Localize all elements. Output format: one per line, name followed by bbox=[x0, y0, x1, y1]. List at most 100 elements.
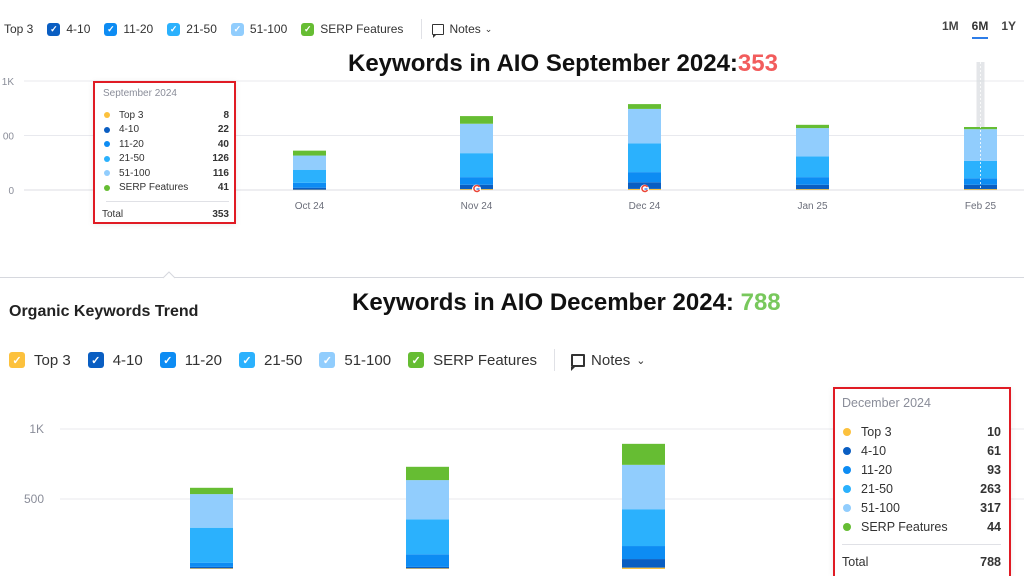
bar-segment-serp bbox=[628, 104, 661, 109]
bar-oct-24[interactable] bbox=[293, 150, 326, 190]
bar-oct-24[interactable] bbox=[190, 487, 233, 569]
checkbox-checked-icon[interactable]: ✓ bbox=[230, 22, 244, 36]
notes-dropdown[interactable]: Notes ⌄ bbox=[571, 351, 645, 371]
tooltip-row-label: 51-100 bbox=[842, 501, 900, 515]
y-tick-label: 00 bbox=[3, 132, 15, 143]
section-divider bbox=[0, 277, 1024, 278]
range-1m[interactable]: 1M bbox=[942, 19, 959, 39]
legend-item-51-100[interactable]: ✓ 51-100 bbox=[230, 22, 288, 36]
legend-item-4-10[interactable]: ✓ 4-10 bbox=[47, 22, 90, 36]
tooltip-row-text: Top 3 bbox=[119, 109, 144, 121]
legend-item-serp-features[interactable]: ✓ SERP Features bbox=[301, 22, 403, 36]
bar-segment-serp bbox=[622, 443, 665, 465]
bar-segment-pos11_20 bbox=[293, 182, 326, 188]
tooltip-row-text: 11-20 bbox=[119, 138, 144, 150]
legend-dot-icon bbox=[843, 522, 851, 531]
checkbox-checked-icon[interactable]: ✓ bbox=[167, 22, 181, 36]
legend-dot-icon bbox=[104, 141, 110, 148]
tooltip-row-value: 263 bbox=[980, 481, 1001, 496]
chevron-down-icon: ⌄ bbox=[484, 23, 493, 34]
legend-item-21-50[interactable]: ✓ 21-50 bbox=[239, 352, 302, 369]
x-tick-label: Oct 24 bbox=[295, 201, 325, 212]
range-1y[interactable]: 1Y bbox=[1001, 19, 1016, 39]
checkbox-checked-icon[interactable]: ✓ bbox=[47, 22, 61, 36]
checkbox-checked-icon[interactable]: ✓ bbox=[87, 352, 104, 368]
bar-segment-pos51_100 bbox=[190, 494, 233, 528]
legend-item-4-10[interactable]: ✓ 4-10 bbox=[87, 351, 143, 369]
headline-value: 788 bbox=[740, 289, 781, 316]
y-tick-label: 1K bbox=[2, 77, 15, 88]
bar-segment-pos4_10 bbox=[622, 559, 665, 568]
tooltip-row-value: 44 bbox=[987, 519, 1001, 534]
bar-jan-25[interactable] bbox=[796, 124, 829, 190]
legend-dot-icon bbox=[843, 465, 851, 474]
tooltip-row-label: 11-20 bbox=[842, 463, 892, 477]
tooltip-row-text: 21-50 bbox=[861, 481, 893, 496]
notes-label: Notes bbox=[591, 351, 631, 369]
bar-segment-pos21_50 bbox=[796, 156, 829, 178]
legend-label-21-50: 21-50 bbox=[264, 351, 303, 369]
bar-dec-24[interactable] bbox=[628, 104, 661, 190]
bar-dec-24[interactable] bbox=[622, 443, 665, 569]
x-tick-label: Dec 24 bbox=[629, 201, 661, 212]
tooltip-row-value: 93 bbox=[987, 462, 1001, 477]
legend-divider bbox=[554, 349, 556, 371]
checkbox-checked-icon[interactable]: ✓ bbox=[9, 352, 25, 368]
legend-label-4-10: 4-10 bbox=[66, 22, 91, 36]
bar-segment-serp bbox=[293, 150, 326, 156]
bar-segment-pos21_50 bbox=[190, 527, 233, 563]
google-update-icon[interactable] bbox=[472, 184, 481, 194]
checkbox-checked-icon[interactable]: ✓ bbox=[104, 22, 118, 36]
legend-label-serp-features: SERP Features bbox=[433, 351, 538, 369]
bar-segment-pos51_100 bbox=[628, 108, 661, 144]
legend-dot-icon bbox=[104, 170, 110, 177]
legend-label-51-100: 51-100 bbox=[249, 22, 288, 36]
bar-segment-top3 bbox=[796, 189, 829, 190]
range-6m[interactable]: 6M bbox=[971, 19, 989, 39]
legend-item-top3[interactable]: Top 3 bbox=[4, 22, 33, 36]
bar-segment-pos51_100 bbox=[406, 480, 449, 520]
tooltip-row-label: 21-50 bbox=[842, 482, 893, 496]
tooltip-row-text: Top 3 bbox=[861, 424, 892, 439]
top-legend: Top 3 ✓ 4-10 ✓ 11-20 ✓ 21-50 ✓ 51-100 ✓ … bbox=[4, 19, 492, 39]
google-update-icon[interactable] bbox=[640, 184, 649, 194]
bar-nov-24[interactable] bbox=[406, 466, 449, 569]
legend-dot-icon bbox=[843, 503, 851, 512]
tooltip-row-value: 22 bbox=[217, 124, 229, 136]
y-tick-label: 1K bbox=[29, 422, 44, 436]
legend-dot-icon bbox=[843, 446, 851, 455]
bar-nov-24[interactable] bbox=[460, 116, 493, 190]
tooltip-row-value: 10 bbox=[987, 424, 1001, 439]
checkbox-checked-icon[interactable]: ✓ bbox=[319, 352, 336, 368]
y-tick-label: 500 bbox=[24, 492, 44, 506]
legend-item-top3[interactable]: ✓ Top 3 bbox=[9, 352, 71, 369]
tooltip-row-text: 51-100 bbox=[119, 167, 151, 179]
bar-segment-serp bbox=[460, 116, 493, 124]
notes-dropdown[interactable]: Notes ⌄ bbox=[432, 22, 493, 38]
tooltip-title: December 2024 bbox=[842, 396, 931, 410]
legend-label-4-10: 4-10 bbox=[112, 351, 143, 369]
tooltip-title: September 2024 bbox=[103, 88, 177, 99]
checkbox-checked-icon[interactable]: ✓ bbox=[408, 352, 425, 368]
tooltip-row-pos4_10: 4-10 61 bbox=[842, 441, 1001, 460]
legend-item-11-20[interactable]: ✓ 11-20 bbox=[104, 22, 153, 36]
tooltip-row-text: 51-100 bbox=[861, 500, 900, 515]
y-tick-label: 0 bbox=[8, 186, 14, 197]
tooltip-row-label: SERP Features bbox=[102, 182, 188, 193]
legend-item-21-50[interactable]: ✓ 21-50 bbox=[167, 22, 217, 36]
legend-label-top3: Top 3 bbox=[4, 22, 34, 36]
checkbox-checked-icon[interactable]: ✓ bbox=[301, 22, 315, 36]
checkbox-checked-icon[interactable]: ✓ bbox=[159, 352, 176, 368]
tooltip-row-value: 41 bbox=[217, 182, 229, 194]
checkbox-checked-icon[interactable]: ✓ bbox=[239, 352, 255, 368]
tooltip-row-pos21_50: 21-50 126 bbox=[102, 152, 229, 167]
tooltip-row-pos51_100: 51-100 317 bbox=[842, 498, 1001, 517]
legend-item-serp-features[interactable]: ✓ SERP Features bbox=[408, 352, 537, 369]
legend-label-11-20: 11-20 bbox=[184, 351, 222, 369]
legend-item-11-20[interactable]: ✓ 11-20 bbox=[159, 351, 222, 369]
headline-december: Keywords in AIO December 2024: 788 bbox=[352, 289, 781, 317]
legend-item-51-100[interactable]: ✓ 51-100 bbox=[319, 352, 391, 369]
tooltip-total: Total 788 bbox=[842, 555, 1001, 569]
legend-dot-icon bbox=[104, 112, 110, 119]
tooltip-row-label: 11-20 bbox=[102, 139, 144, 150]
